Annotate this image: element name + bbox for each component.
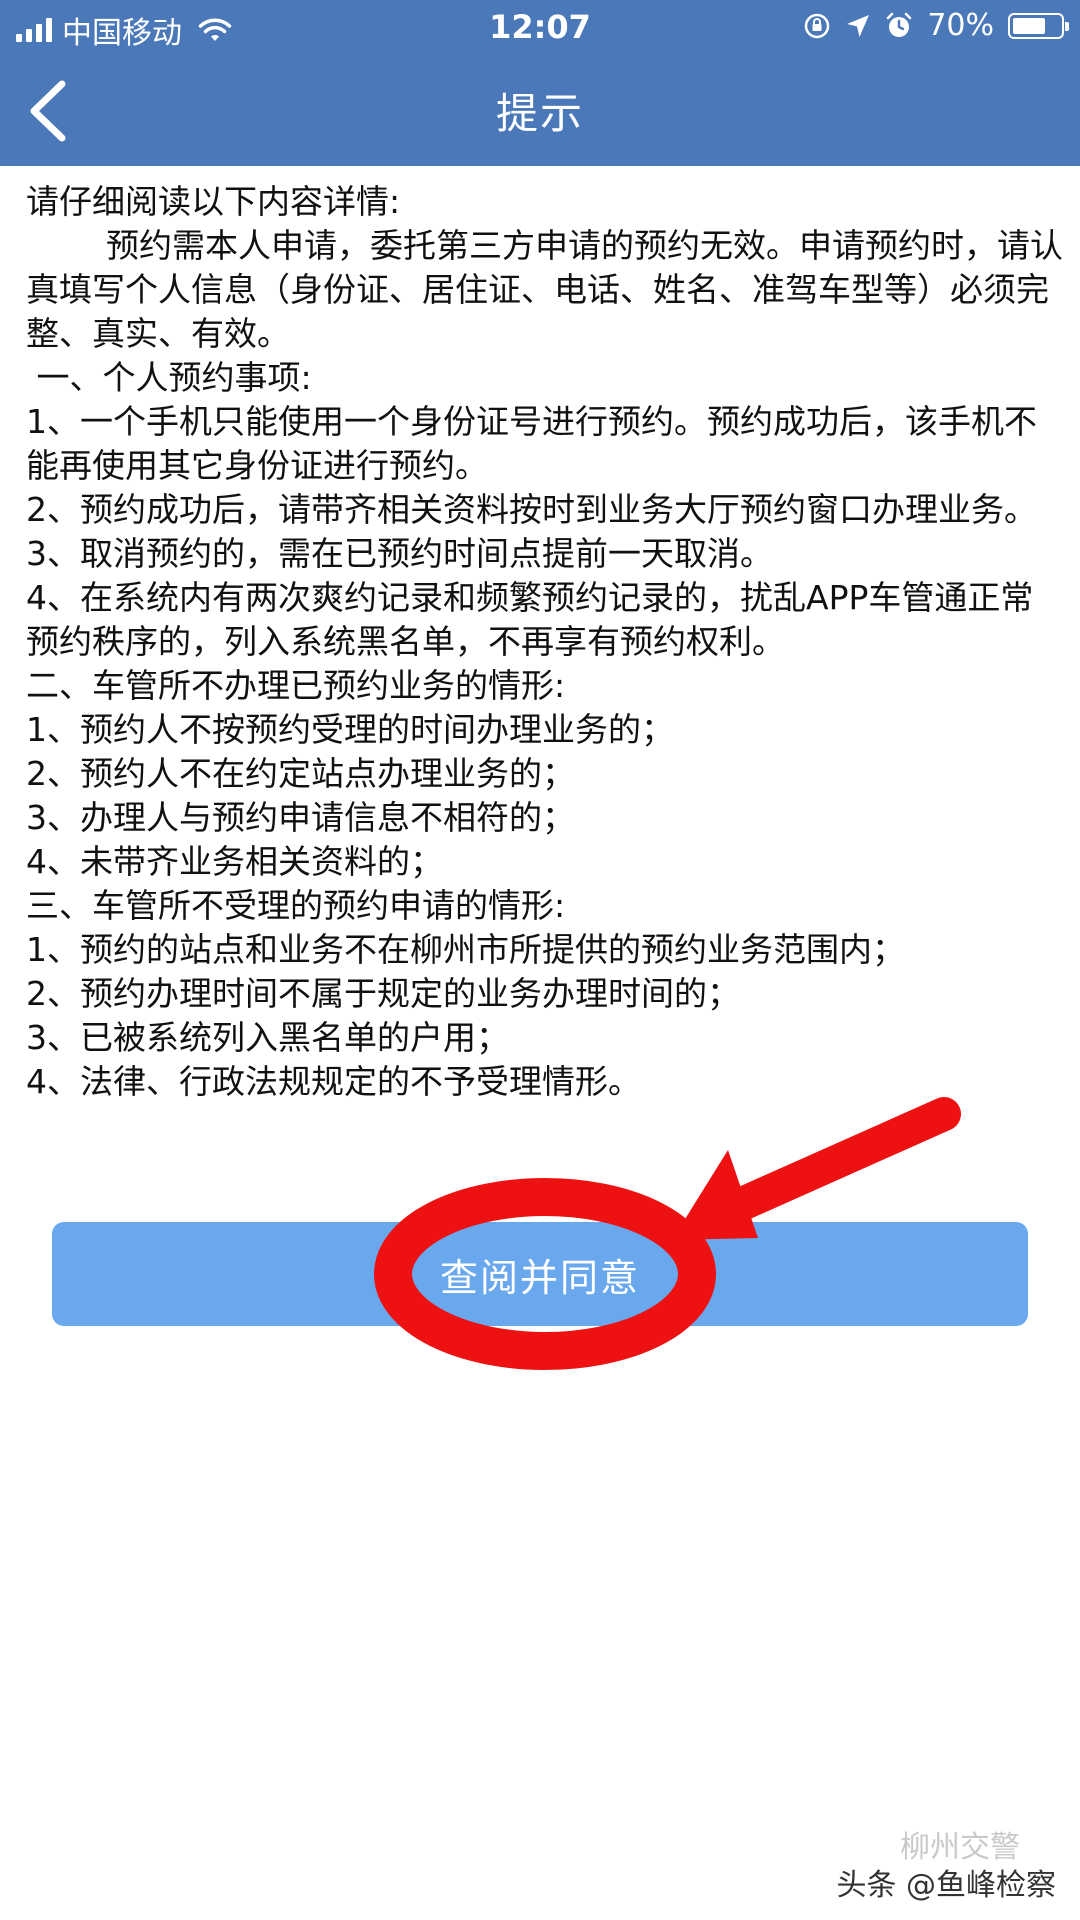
agree-button[interactable]: 查阅并同意 bbox=[52, 1222, 1028, 1326]
battery-percent: 70% bbox=[927, 8, 994, 43]
annotation-arrow-shaft bbox=[725, 1097, 961, 1221]
section-3-item: 3、已被系统列入黑名单的户用； bbox=[26, 1018, 509, 1057]
location-arrow-icon bbox=[847, 14, 870, 37]
section-1-title: 一、个人预约事项: bbox=[26, 358, 312, 397]
page-title: 提示 bbox=[495, 89, 584, 138]
battery-icon bbox=[1008, 12, 1069, 39]
section-2-item: 2、预约人不在约定站点办理业务的； bbox=[26, 754, 575, 793]
section-1-item: 3、取消预约的，需在已预约时间点提前一天取消。 bbox=[26, 534, 773, 573]
nav-header: 中国移动 12:07 70% 提示 bbox=[0, 0, 1080, 166]
section-3-item: 1、预约的站点和业务不在柳州市所提供的预约业务范围内； bbox=[26, 930, 905, 969]
section-1-item: 1、一个手机只能使用一个身份证号进行预约。预约成功后，该手机不能再使用其它身份证… bbox=[26, 402, 1037, 485]
status-right: 70% bbox=[803, 8, 1069, 43]
section-2-title: 二、车管所不办理已预约业务的情形: bbox=[26, 666, 566, 705]
source-watermark: 头条 @鱼峰检察 bbox=[836, 1868, 1056, 1903]
section-2-item: 1、预约人不按预约受理的时间办理业务的； bbox=[26, 710, 674, 749]
section-3-item: 4、法律、行政法规规定的不予受理情形。 bbox=[26, 1062, 641, 1101]
section-3-title: 三、车管所不受理的预约申请的情形: bbox=[26, 886, 566, 925]
notice-content: 请仔细阅读以下内容详情: 预约需本人申请，委托第三方申请的预约无效。申请预约时，… bbox=[26, 180, 1066, 1104]
section-2-item: 3、办理人与预约申请信息不相符的； bbox=[26, 798, 575, 837]
section-2-item: 4、未带齐业务相关资料的； bbox=[26, 842, 443, 881]
section-1-item: 4、在系统内有两次爽约记录和频繁预约记录的，扰乱APP车管通正常预约秩序的，列入… bbox=[26, 578, 1034, 661]
battery-fill bbox=[1013, 17, 1046, 34]
section-1-item: 2、预约成功后，请带齐相关资料按时到业务大厅预约窗口办理业务。 bbox=[26, 490, 1037, 529]
section-3-item: 2、预约办理时间不属于规定的业务办理时间的； bbox=[26, 974, 740, 1013]
intro-paragraph: 预约需本人申请，委托第三方申请的预约无效。申请预约时，请认真填写个人信息（身份证… bbox=[26, 226, 1063, 353]
alarm-icon bbox=[887, 12, 912, 37]
intro-text: 请仔细阅读以下内容详情: bbox=[26, 182, 401, 221]
rotation-lock-icon bbox=[805, 13, 830, 38]
status-bar: 中国移动 12:07 70% bbox=[0, 0, 1080, 54]
